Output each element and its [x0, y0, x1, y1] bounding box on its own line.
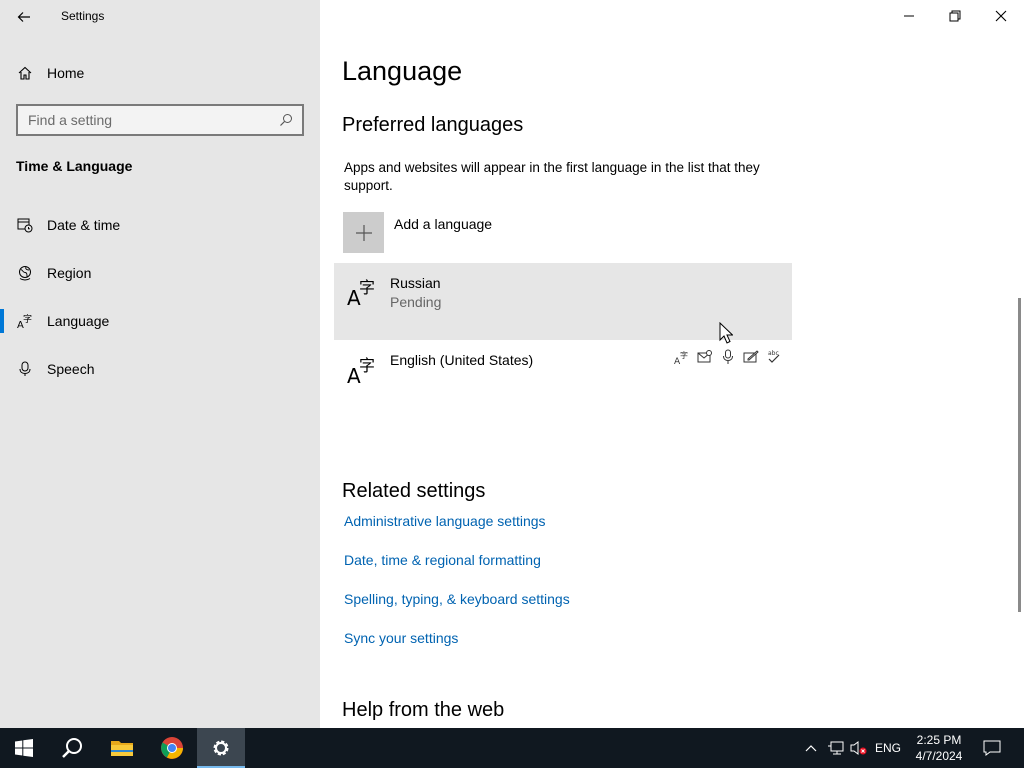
search-icon [62, 738, 82, 758]
language-item-english[interactable]: A字 English (United States) A字 abc [334, 341, 792, 418]
language-icon: A字 [347, 278, 375, 307]
search-input[interactable]: Find a setting [16, 104, 304, 136]
chevron-up-icon [805, 745, 817, 752]
file-explorer-button[interactable] [98, 728, 146, 768]
spellcheck-icon: abc [766, 349, 782, 365]
sidebar: Settings Home Find a setting Time & Lang… [0, 0, 320, 728]
language-icon: A字 [17, 313, 32, 329]
regional-formatting-link[interactable]: Date, time & regional formatting [344, 552, 541, 568]
back-button[interactable] [8, 4, 40, 30]
notification-icon [983, 740, 1001, 756]
language-status: Pending [390, 294, 442, 310]
language-pack-icon: A字 [674, 349, 690, 367]
volume-button[interactable] [848, 728, 870, 768]
svg-text:字: 字 [23, 313, 32, 325]
sidebar-item-language[interactable]: A字 Language [0, 303, 320, 339]
sidebar-item-home[interactable]: Home [0, 58, 320, 88]
volume-muted-icon [850, 741, 867, 755]
search-icon [280, 114, 292, 126]
sidebar-item-region[interactable]: Region [0, 255, 320, 291]
language-features: A字 abc [674, 349, 782, 367]
language-name: English (United States) [390, 352, 534, 368]
svg-text:abc: abc [768, 350, 779, 357]
add-language-button[interactable]: Add a language [343, 212, 793, 254]
network-button[interactable] [824, 728, 848, 768]
scrollbar[interactable] [1018, 298, 1021, 612]
display-language-icon [697, 349, 713, 365]
settings-taskbar-button[interactable] [197, 728, 245, 768]
add-language-label: Add a language [394, 216, 493, 232]
folder-icon [111, 741, 133, 756]
sidebar-item-label: Language [47, 313, 110, 329]
clock-time: 2:25 PM [916, 733, 962, 747]
svg-text:字: 字 [680, 350, 688, 360]
keyboard-settings-link[interactable]: Spelling, typing, & keyboard settings [344, 591, 570, 607]
network-icon [828, 741, 844, 755]
section-title: Time & Language [16, 158, 133, 174]
speech-icon [720, 349, 736, 365]
close-button[interactable] [978, 0, 1024, 32]
close-icon [995, 10, 1007, 22]
show-hidden-icons-button[interactable] [800, 728, 822, 768]
sidebar-item-label: Speech [47, 361, 95, 377]
clock-date: 4/7/2024 [915, 749, 963, 763]
plus-icon [343, 212, 384, 253]
sidebar-item-label: Date & time [47, 217, 121, 233]
sidebar-item-label: Region [47, 265, 92, 281]
chrome-button[interactable] [148, 728, 196, 768]
minimize-icon [904, 15, 914, 17]
help-heading: Help from the web [342, 699, 505, 721]
restore-icon [949, 10, 961, 22]
sync-settings-link[interactable]: Sync your settings [344, 630, 458, 646]
windows-logo-icon [15, 739, 33, 757]
restore-button[interactable] [932, 0, 978, 32]
start-button[interactable] [0, 728, 48, 768]
search-taskbar-button[interactable] [48, 728, 96, 768]
language-icon: A字 [347, 356, 375, 385]
preferred-languages-heading: Preferred languages [342, 114, 524, 136]
search-placeholder: Find a setting [28, 112, 113, 128]
back-arrow-icon [17, 12, 30, 22]
gear-icon [213, 740, 229, 756]
svg-text:字: 字 [359, 356, 375, 375]
related-settings-heading: Related settings [342, 480, 486, 502]
home-icon [18, 66, 32, 80]
language-name: Russian [390, 275, 441, 291]
chrome-icon [161, 737, 183, 759]
globe-icon [19, 266, 31, 281]
admin-language-settings-link[interactable]: Administrative language settings [344, 513, 546, 529]
sidebar-item-date-time[interactable]: Date & time [0, 207, 320, 243]
preferred-languages-description: Apps and websites will appear in the fir… [344, 160, 760, 193]
mouse-cursor-icon [719, 322, 733, 344]
sidebar-item-speech[interactable]: Speech [0, 351, 320, 387]
handwriting-icon [743, 349, 759, 365]
clock[interactable]: 2:25 PM 4/7/2024 [906, 732, 972, 764]
page-title: Language [342, 56, 463, 86]
action-center-button[interactable] [978, 728, 1006, 768]
microphone-icon [19, 361, 31, 376]
active-indicator [0, 309, 4, 333]
taskbar: ENG 2:25 PM 4/7/2024 [0, 728, 1024, 768]
language-indicator-label: ENG [874, 741, 901, 755]
calendar-clock-icon [17, 218, 33, 233]
app-title: Settings [61, 9, 105, 23]
sidebar-item-label: Home [47, 65, 85, 81]
input-language-indicator[interactable]: ENG [870, 728, 906, 768]
minimize-button[interactable] [886, 0, 932, 32]
svg-text:字: 字 [359, 278, 375, 297]
